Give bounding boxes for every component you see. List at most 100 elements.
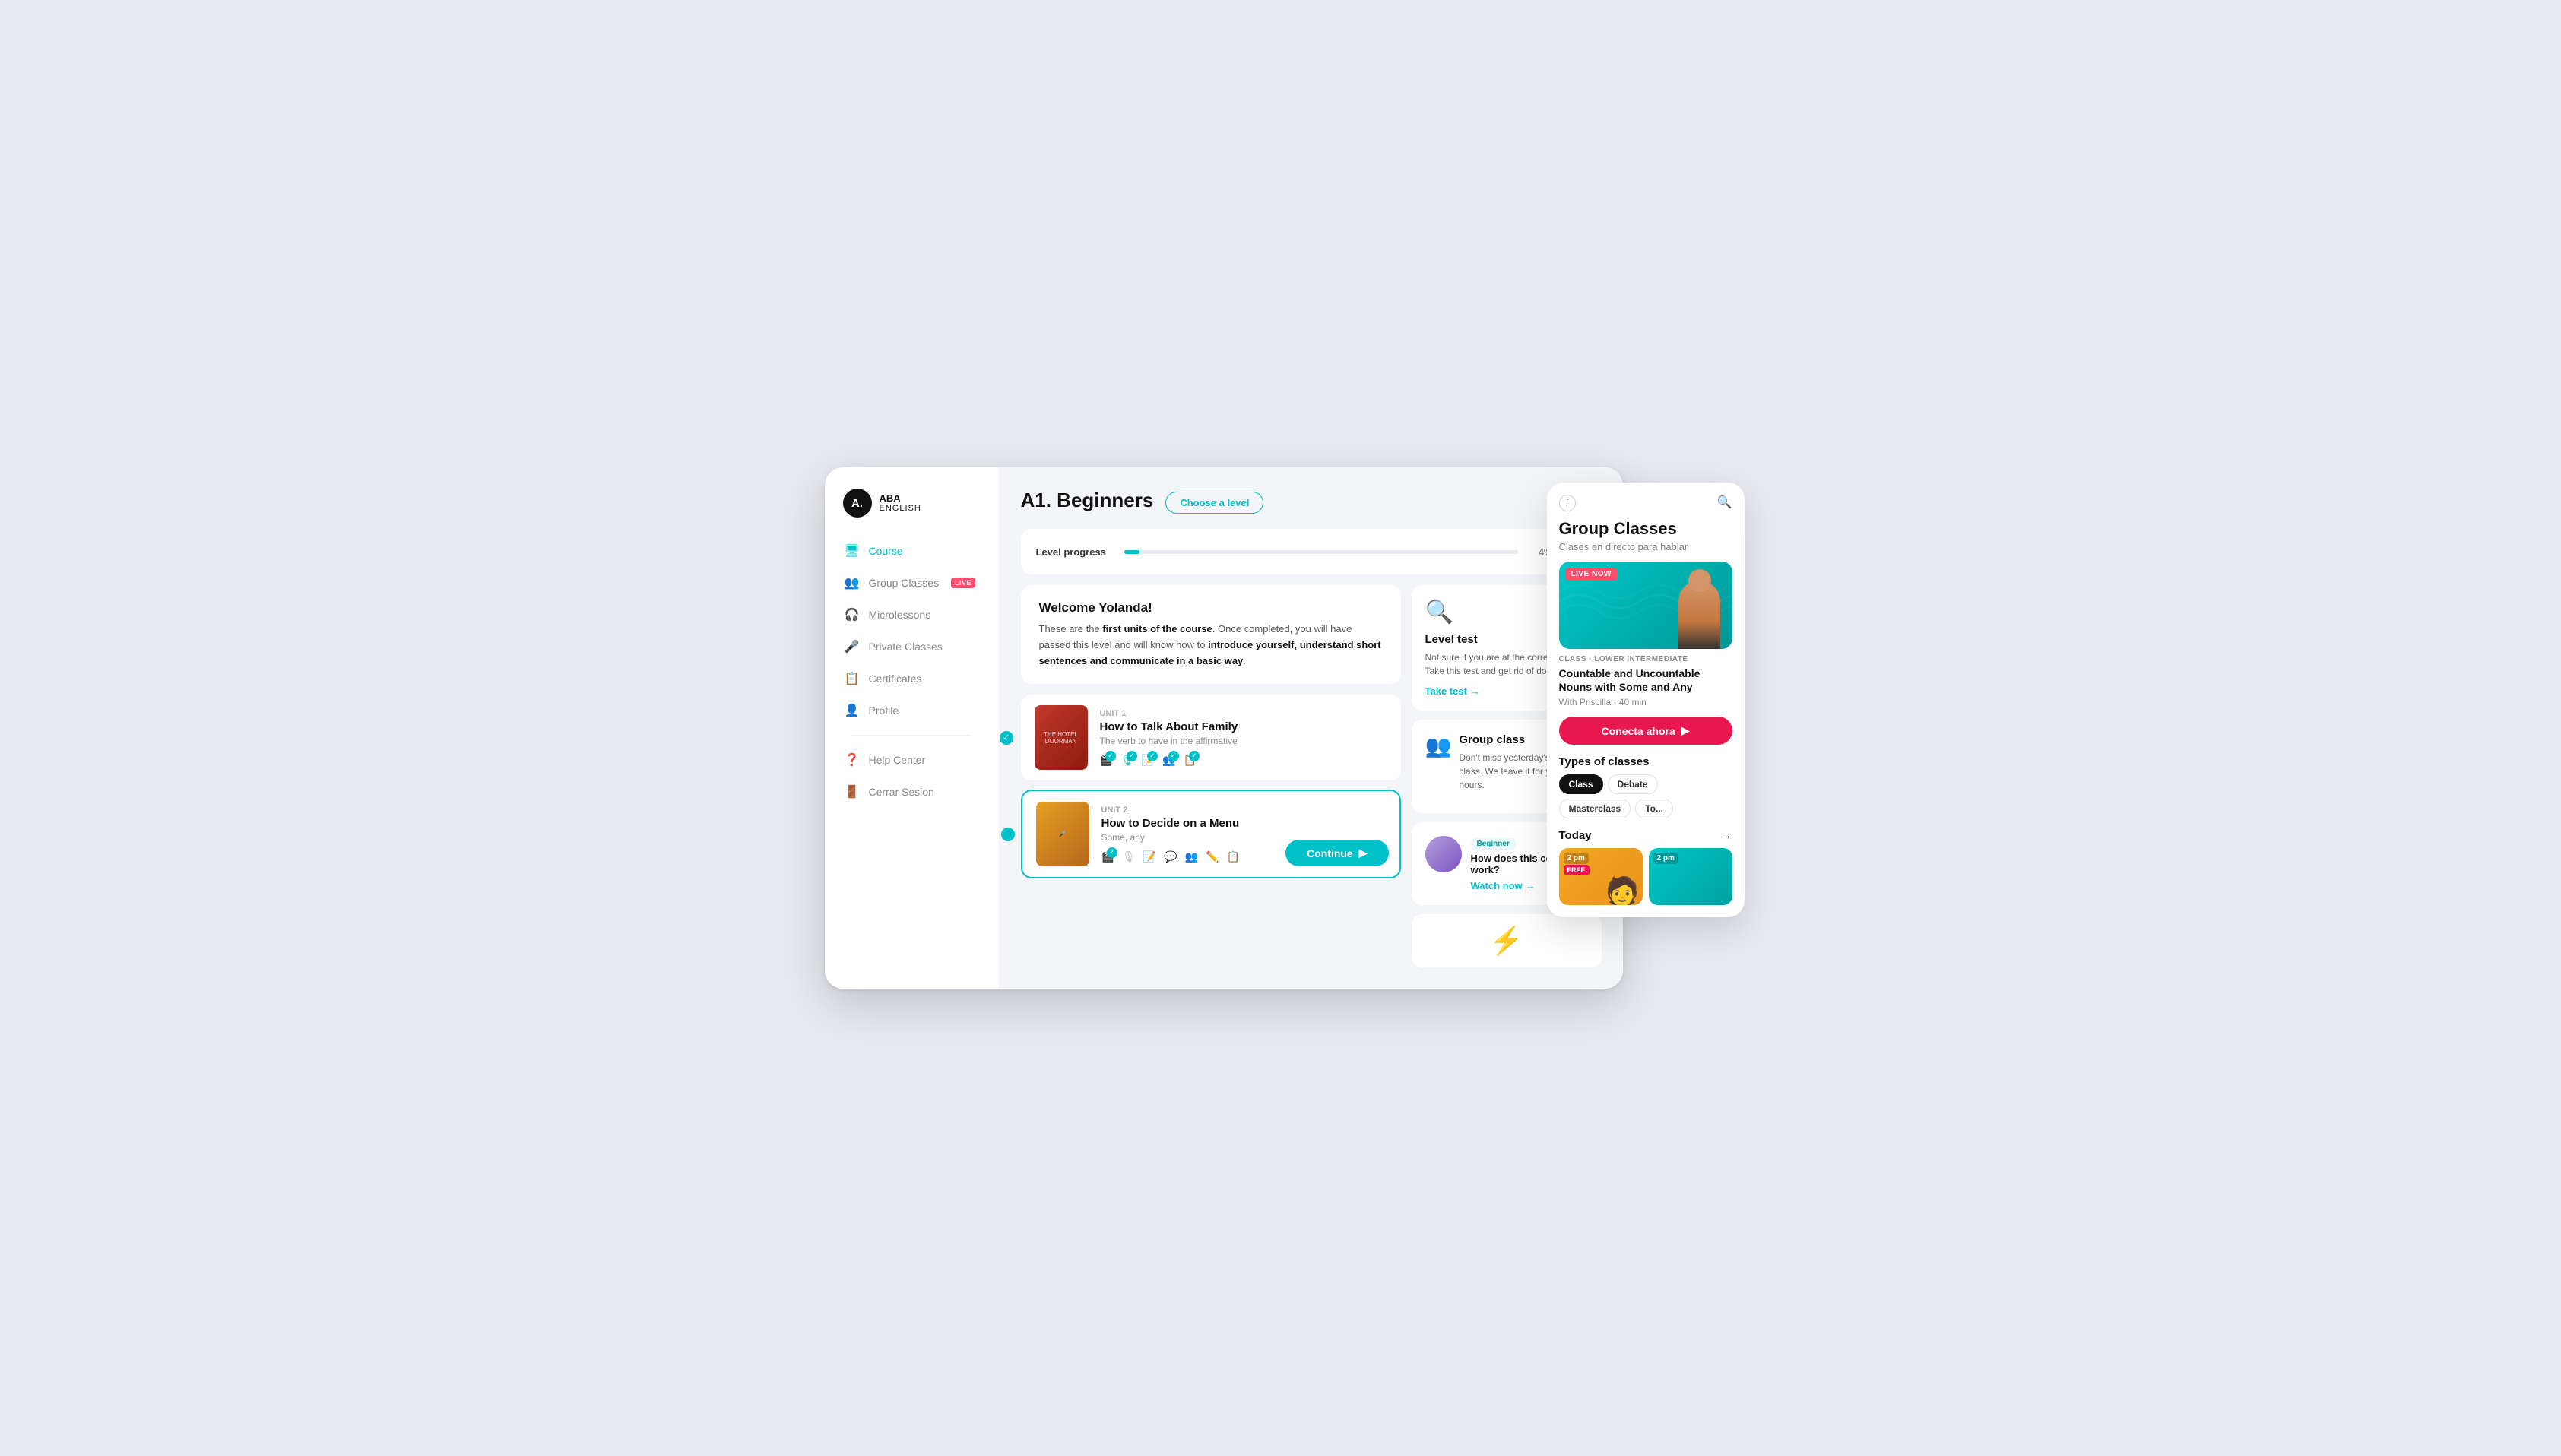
nav-divider bbox=[852, 735, 971, 736]
class-name: Countable and Uncountable Nouns with Som… bbox=[1559, 666, 1732, 694]
check-mic: ✓ bbox=[1127, 751, 1137, 761]
unit1-number: UNIT 1 bbox=[1100, 709, 1387, 718]
beginner-badge: Beginner bbox=[1471, 838, 1516, 850]
sidebar-item-cerrar-sesion[interactable]: 🚪 Cerrar Sesion bbox=[834, 777, 990, 807]
class-meta: CLASS · LOWER INTERMEDIATE bbox=[1559, 655, 1732, 663]
unit-card-2: 🎤 UNIT 2 How to Decide on a Menu Some, a… bbox=[1021, 790, 1401, 878]
unit1-indicator: ✓ bbox=[1000, 731, 1013, 745]
page-title: A1. Beginners bbox=[1021, 489, 1154, 512]
unit2-icon-clip: 📋 bbox=[1226, 850, 1239, 863]
unit-icon-clip: 📋 ✓ bbox=[1184, 754, 1197, 767]
unit-icon-group: 👥 ✓ bbox=[1162, 754, 1175, 767]
today-card-1[interactable]: 2 pm FREE 🧑 bbox=[1559, 848, 1643, 905]
logo-text: ABA ENGLISH bbox=[880, 493, 921, 513]
today-free-badge: FREE bbox=[1564, 865, 1590, 875]
sidebar-item-profile[interactable]: 👤 Profile bbox=[834, 695, 990, 726]
today-card2-time: 2 pm bbox=[1653, 853, 1678, 864]
continue-button[interactable]: Continue ▶ bbox=[1285, 840, 1388, 866]
unit1-icons: 🎬 ✓ 🎙 ✓ 📝 ✓ bbox=[1100, 754, 1387, 767]
conecta-arrow-icon: ▶ bbox=[1681, 724, 1690, 737]
sidebar-item-course[interactable]: 🖥 Course bbox=[834, 536, 990, 566]
welcome-card: Welcome Yolanda! These are the first uni… bbox=[1021, 585, 1401, 684]
sidebar: A. ABA ENGLISH 🖥 Course 👥 Group Classes … bbox=[825, 467, 1000, 989]
check-notes: ✓ bbox=[1147, 751, 1158, 761]
types-title: Types of classes bbox=[1559, 755, 1732, 768]
unit-card-1: ✓ THE HOTEL DOORMAN UNIT 1 How to Talk A… bbox=[1021, 695, 1401, 780]
unit2-indicator bbox=[1001, 828, 1015, 841]
sidebar-item-certificates[interactable]: 📋 Certificates bbox=[834, 663, 990, 694]
sidebar-item-private-classes[interactable]: 🎤 Private Classes bbox=[834, 631, 990, 662]
welcome-text: These are the first units of the course.… bbox=[1039, 622, 1383, 669]
unit-icon-video: 🎬 ✓ bbox=[1100, 754, 1113, 767]
today-section-title: Today → bbox=[1559, 829, 1732, 842]
unit2-icon-group: 👥 bbox=[1185, 850, 1198, 863]
check-clip: ✓ bbox=[1189, 751, 1200, 761]
unit2-icon-notes: 📝 bbox=[1143, 850, 1156, 863]
main-content: A1. Beginners Choose a level Level progr… bbox=[1000, 467, 1623, 989]
watch-now-arrow: → bbox=[1526, 880, 1536, 891]
unit2-image: 🎤 bbox=[1036, 802, 1089, 866]
featured-class-image: LIVE NOW bbox=[1559, 562, 1732, 649]
class-teacher: With Priscilla · 40 min bbox=[1559, 697, 1732, 707]
live-now-badge: LIVE NOW bbox=[1565, 568, 1618, 581]
check-group: ✓ bbox=[1168, 751, 1179, 761]
group-classes-icon: 👥 bbox=[845, 575, 860, 590]
take-test-arrow: → bbox=[1470, 685, 1480, 697]
unit1-image: THE HOTEL DOORMAN bbox=[1035, 705, 1088, 770]
sidebar-item-microlessons[interactable]: 🎧 Microlessons bbox=[834, 600, 990, 630]
today-card1-person: 🧑 bbox=[1605, 878, 1640, 905]
unit-icon-notes: 📝 ✓ bbox=[1142, 754, 1155, 767]
group-class-icon: 👥 bbox=[1425, 733, 1452, 758]
main-nav: 🖥 Course 👥 Group Classes LIVE 🎧 Microles… bbox=[825, 536, 999, 807]
type-tab-debate[interactable]: Debate bbox=[1608, 774, 1658, 794]
teacher-img bbox=[1425, 836, 1462, 872]
progress-label: Level progress bbox=[1036, 546, 1112, 558]
lightning-icon: ⚡ bbox=[1489, 925, 1523, 957]
unit2-number: UNIT 2 bbox=[1101, 806, 1386, 815]
unit2-icon-mic: 🎙 bbox=[1122, 850, 1136, 863]
types-tabs: Class Debate Masterclass To... bbox=[1559, 774, 1732, 818]
unit1-info: UNIT 1 How to Talk About Family The verb… bbox=[1100, 709, 1387, 767]
choose-level-button[interactable]: Choose a level bbox=[1165, 492, 1263, 514]
type-tab-more[interactable]: To... bbox=[1635, 799, 1673, 818]
rp-subtitle: Clases en directo para hablar bbox=[1559, 541, 1732, 552]
unit2-icon-chat: 💬 bbox=[1164, 850, 1177, 863]
today-arrow-icon[interactable]: → bbox=[1721, 829, 1732, 842]
private-classes-icon: 🎤 bbox=[845, 639, 860, 654]
unit-icon-mic: 🎙 ✓ bbox=[1120, 754, 1134, 767]
teacher-silhouette bbox=[1673, 573, 1726, 649]
unit2-name: How to Decide on a Menu bbox=[1101, 817, 1386, 830]
course-icon: 🖥 bbox=[845, 543, 860, 559]
certificates-icon: 📋 bbox=[845, 671, 860, 686]
profile-icon: 👤 bbox=[845, 703, 860, 718]
welcome-title: Welcome Yolanda! bbox=[1039, 600, 1383, 616]
microlessons-icon: 🎧 bbox=[845, 607, 860, 622]
info-icon[interactable]: i bbox=[1559, 495, 1576, 511]
rp-title: Group Classes bbox=[1559, 519, 1732, 539]
check-video: ✓ bbox=[1105, 751, 1116, 761]
today-card1-time: 2 pm bbox=[1564, 853, 1589, 864]
progress-card: Level progress 4% A2 bbox=[1021, 529, 1602, 574]
search-icon[interactable]: 🔍 bbox=[1717, 495, 1732, 510]
sidebar-item-group-classes[interactable]: 👥 Group Classes LIVE bbox=[834, 568, 990, 598]
unit2-icon-video: 🎬 ✓ bbox=[1101, 850, 1114, 863]
cerrar-sesion-icon: 🚪 bbox=[845, 784, 860, 799]
lightning-card: ⚡ bbox=[1412, 914, 1602, 967]
units-list: ✓ THE HOTEL DOORMAN UNIT 1 How to Talk A… bbox=[1021, 695, 1401, 878]
logo-area: A. ABA ENGLISH bbox=[825, 489, 999, 536]
today-card-2[interactable]: 2 pm bbox=[1649, 848, 1732, 905]
unit1-subtitle: The verb to have in the affirmative bbox=[1100, 736, 1387, 746]
progress-bar-fill bbox=[1124, 550, 1140, 554]
title-row: A1. Beginners Choose a level bbox=[1021, 489, 1602, 517]
conecta-ahora-button[interactable]: Conecta ahora ▶ bbox=[1559, 717, 1732, 745]
rp-header: i 🔍 bbox=[1559, 495, 1732, 511]
live-badge: LIVE bbox=[951, 578, 975, 588]
type-tab-class[interactable]: Class bbox=[1559, 774, 1603, 794]
sidebar-item-help-center[interactable]: ❓ Help Center bbox=[834, 745, 990, 775]
right-panel: i 🔍 Group Classes Clases en directo para… bbox=[1547, 483, 1745, 917]
today-cards: 2 pm FREE 🧑 2 pm bbox=[1559, 848, 1732, 905]
units-column: Welcome Yolanda! These are the first uni… bbox=[1021, 585, 1401, 967]
type-tab-masterclass[interactable]: Masterclass bbox=[1559, 799, 1631, 818]
content-area: Welcome Yolanda! These are the first uni… bbox=[1021, 585, 1602, 967]
progress-bar bbox=[1124, 550, 1518, 554]
